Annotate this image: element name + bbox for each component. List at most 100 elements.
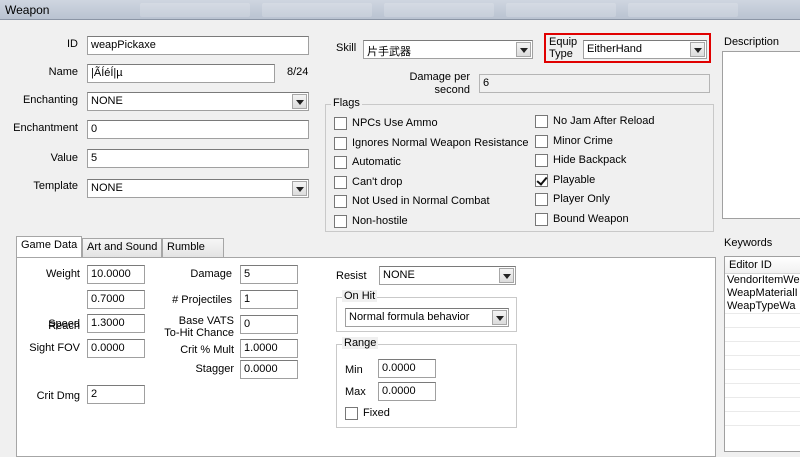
tab-game-data[interactable]: Game Data — [16, 236, 82, 257]
flag-player-only-checkbox[interactable]: Player Only — [535, 192, 725, 207]
checkbox-box[interactable] — [334, 175, 347, 189]
crit-dmg-label: Crit Dmg — [36, 390, 80, 402]
skill-dropdown[interactable]: 片手武器 — [363, 40, 533, 59]
flag-no-jam-after-reload-checkbox[interactable]: No Jam After Reload — [535, 114, 725, 129]
checkbox-box[interactable] — [345, 407, 358, 420]
checkbox-box[interactable] — [334, 117, 347, 130]
flag-ignores-normal-weapon-resistance-checkbox[interactable]: Ignores Normal Weapon Resistance — [334, 136, 529, 151]
flag-bound-weapon-checkbox[interactable]: Bound Weapon — [535, 212, 725, 227]
range-title: Range — [342, 337, 379, 349]
flag-label: Minor Crime — [553, 134, 613, 147]
background-tab — [628, 3, 738, 17]
equip-type-dropdown[interactable]: EitherHand — [583, 40, 707, 59]
value-input[interactable]: 5 — [87, 149, 309, 168]
flag-label: Not Used in Normal Combat — [352, 195, 490, 207]
list-item[interactable]: WeapMaterialI — [725, 287, 800, 300]
checkmark-icon[interactable] — [535, 173, 548, 187]
checkbox-box[interactable] — [334, 156, 347, 169]
flag-label: Player Only — [553, 193, 610, 205]
resist-dropdown[interactable]: NONE — [379, 266, 516, 285]
flag-label: NPCs Use Ammo — [352, 117, 438, 129]
stagger-input[interactable]: 0.0000 — [240, 360, 298, 379]
equip-type-label: Equip Type — [549, 36, 578, 60]
flag-label: Bound Weapon — [553, 212, 629, 225]
reach-input[interactable]: 0.7000 — [87, 290, 145, 309]
checkbox-box[interactable] — [334, 195, 347, 208]
background-tab — [506, 3, 616, 17]
stagger-label: Stagger — [195, 363, 234, 375]
enchantment-input[interactable]: 0 — [87, 120, 309, 139]
skill-label: Skill — [336, 42, 357, 54]
crit-dmg-input[interactable]: 2 — [87, 385, 145, 404]
flag-npcs-use-ammo-checkbox[interactable]: NPCs Use Ammo — [334, 116, 524, 131]
enchanting-dropdown[interactable]: NONE — [87, 92, 309, 111]
chevron-down-icon[interactable] — [516, 42, 531, 57]
on-hit-value: Normal formula behavior — [349, 311, 470, 323]
speed-input[interactable]: 1.3000 — [87, 314, 145, 333]
sight-fov-input[interactable]: 0.0000 — [87, 339, 145, 358]
flag-label: Non-hostile — [352, 214, 408, 227]
name-input[interactable]: |ÃÍéÍ|µ — [87, 64, 275, 83]
id-input[interactable]: weapPickaxe — [87, 36, 309, 55]
keywords-list[interactable]: Editor ID VendorItemWe WeapMaterialI WeapT… — [724, 256, 800, 452]
tab-strip: Game Data Art and Sound Rumble — [16, 236, 224, 258]
damage-input[interactable]: 5 — [240, 265, 298, 284]
keywords-label: Keywords — [724, 237, 773, 249]
checkbox-box[interactable] — [535, 115, 548, 128]
flag-label: Automatic — [352, 156, 401, 168]
checkbox-box[interactable] — [535, 134, 548, 148]
checkbox-box[interactable] — [334, 214, 347, 228]
flag-not-used-in-normal-combat-checkbox[interactable]: Not Used in Normal Combat — [334, 194, 524, 209]
on-hit-dropdown[interactable]: Normal formula behavior — [345, 308, 509, 327]
tab-rumble[interactable]: Rumble — [162, 238, 224, 257]
fixed-checkbox[interactable]: Fixed — [345, 406, 405, 421]
projectiles-input[interactable]: 1 — [240, 290, 298, 309]
template-label: Template — [33, 180, 78, 192]
weight-label: Weight — [45, 268, 80, 280]
flag-label: Playable — [553, 173, 596, 186]
chevron-down-icon[interactable] — [292, 94, 307, 109]
flag-minor-crime-checkbox[interactable]: Minor Crime — [535, 134, 725, 149]
value-label: Value — [50, 152, 78, 164]
flag-hide-backpack-checkbox[interactable]: Hide Backpack — [535, 153, 725, 168]
range-min-input[interactable]: 0.0000 — [378, 359, 436, 378]
crit-mult-input[interactable]: 1.0000 — [240, 339, 298, 358]
template-dropdown[interactable]: NONE — [87, 179, 309, 198]
description-textarea[interactable] — [722, 51, 800, 219]
checkbox-box[interactable] — [334, 136, 347, 150]
vats-input[interactable]: 0 — [240, 315, 298, 334]
background-tab — [140, 3, 250, 17]
checkbox-box[interactable] — [535, 193, 548, 206]
name-char-counter: 8/24 — [287, 66, 309, 78]
chevron-down-icon[interactable] — [499, 268, 514, 283]
weight-input[interactable]: 10.0000 — [87, 265, 145, 284]
chevron-down-icon[interactable] — [690, 42, 705, 57]
range-max-label: Max — [345, 386, 366, 398]
flag-label: Ignores Normal Weapon Resistance — [352, 136, 529, 149]
projectiles-label: # Projectiles — [172, 294, 232, 306]
keywords-column-header[interactable]: Editor ID — [725, 257, 800, 274]
chevron-down-icon[interactable] — [292, 181, 307, 196]
flag-label: Can't drop — [352, 175, 403, 188]
vats-label: Base VATS To-Hit Chance — [164, 315, 234, 339]
range-min-label: Min — [345, 364, 363, 376]
enchanting-value: NONE — [91, 95, 123, 107]
id-label: ID — [67, 38, 78, 50]
checkbox-box[interactable] — [535, 154, 548, 167]
flag-playable-checkbox[interactable]: Playable — [535, 173, 725, 188]
window-title: Weapon — [5, 3, 50, 17]
equip-type-value: EitherHand — [587, 43, 643, 55]
list-item[interactable]: WeapTypeWa — [725, 300, 800, 313]
speed-label: Speed — [48, 318, 80, 330]
fixed-label: Fixed — [363, 407, 390, 419]
flag-non-hostile-checkbox[interactable]: Non-hostile — [334, 214, 524, 229]
range-max-input[interactable]: 0.0000 — [378, 382, 436, 401]
enchantment-label: Enchantment — [13, 122, 78, 134]
chevron-down-icon[interactable] — [492, 310, 507, 325]
flag-automatic-checkbox[interactable]: Automatic — [334, 155, 524, 170]
dps-field: 6 — [479, 74, 710, 93]
flag-can-t-drop-checkbox[interactable]: Can't drop — [334, 175, 524, 190]
list-item[interactable]: VendorItemWe — [725, 274, 800, 287]
tab-art-and-sound[interactable]: Art and Sound — [82, 238, 162, 257]
checkbox-box[interactable] — [535, 212, 548, 226]
